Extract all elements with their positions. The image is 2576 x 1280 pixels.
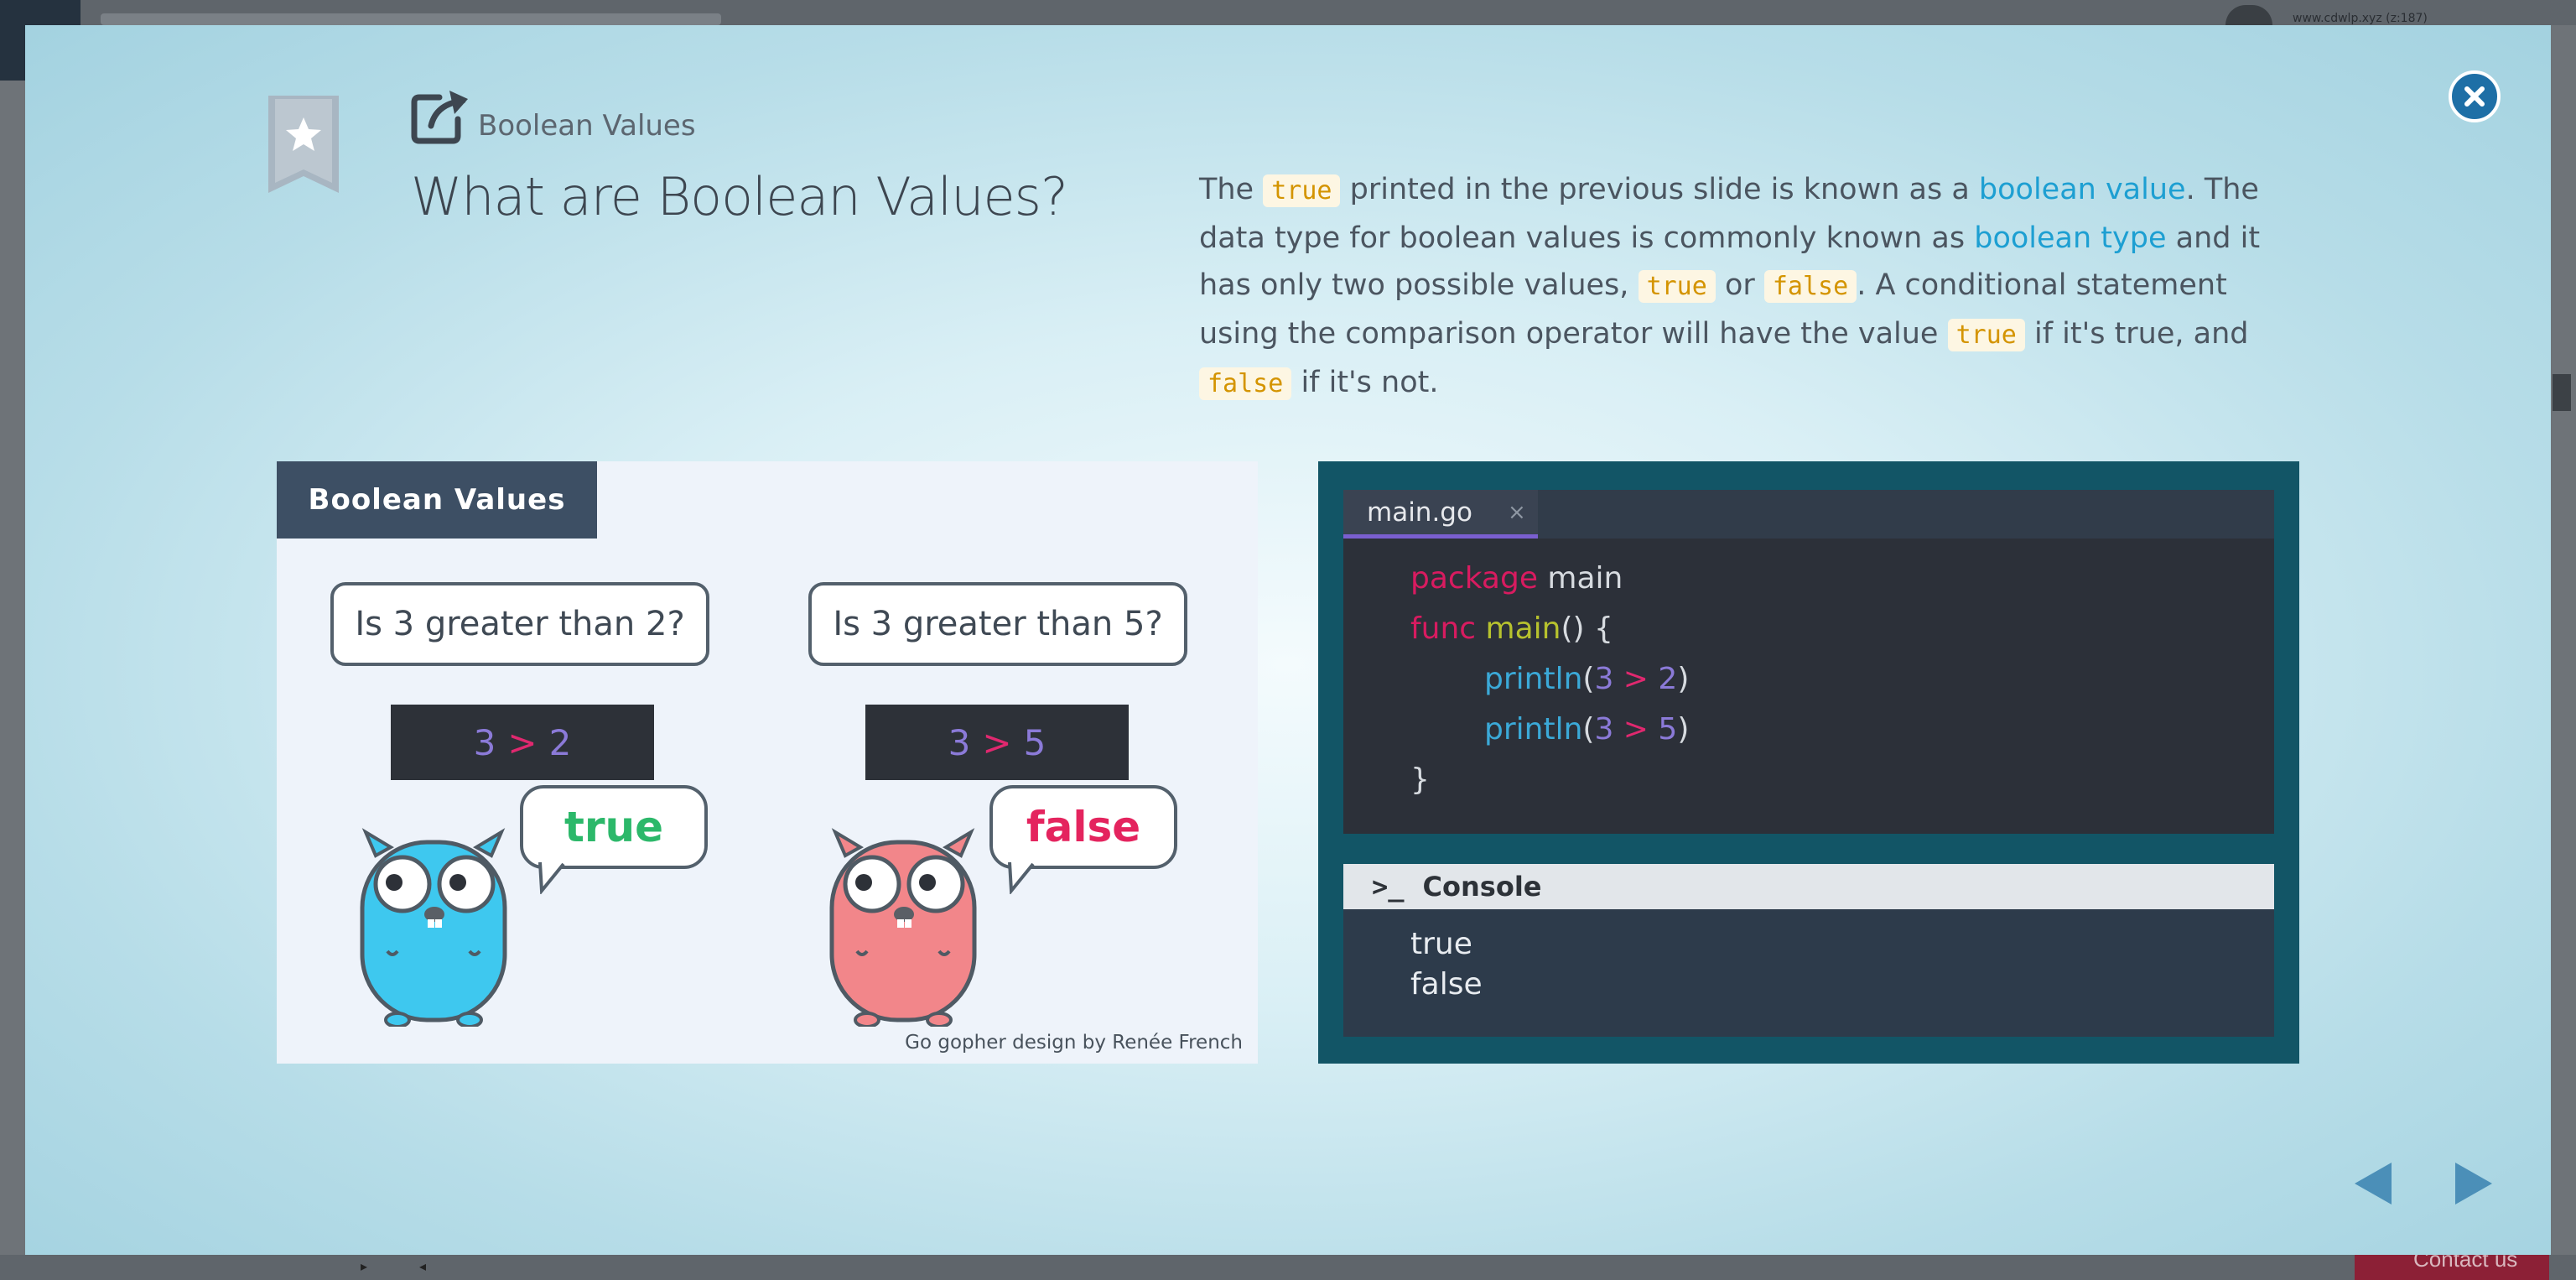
console-title: Console [1422,871,1542,903]
code-line: func main() { [1410,604,1689,654]
illustration-tab: Boolean Values [277,461,597,539]
inline-code: true [1263,174,1341,207]
code-operator: > [1613,712,1659,747]
pink-gopher-icon [829,828,977,1027]
code-line: println(3 > 2) [1410,654,1689,705]
answer-bubble-false: false [989,785,1177,869]
code-editor: main.go × package main func main() { pri… [1343,490,2274,834]
question-box-left: Is 3 greater than 2? [330,582,709,666]
page-title: What are Boolean Values? [411,166,1068,227]
code-identifier: main [1537,561,1623,596]
code-keyword: package [1410,561,1538,596]
bookmark-star-icon[interactable] [268,96,339,193]
code-punctuation: ) [1677,712,1690,747]
question-box-right: Is 3 greater than 5? [808,582,1187,666]
editor-tabbar: main.go × [1343,490,2274,539]
slide-modal: Boolean Values What are Boolean Values? … [25,25,2551,1255]
tab-main-go[interactable]: main.go × [1343,490,1538,539]
code-line: package main [1410,554,1689,604]
expression-box-left: 3 >2 [391,705,654,780]
console-output: true false [1343,909,2274,1037]
code-function-name: main [1476,611,1561,646]
blue-gopher-icon [360,828,507,1027]
code-number: 3 [1594,712,1614,747]
boolean-illustration: Boolean Values Is 3 greater than 2? Is 3… [277,461,1258,1064]
expression-operator: > [982,721,1012,763]
triangle-right-icon[interactable] [2454,1161,2494,1206]
code-line: println(3 > 5) [1410,705,1689,755]
inline-code: true [1947,319,2025,351]
code-punctuation: ( [1582,712,1595,747]
slide-header: Boolean Values [411,89,696,144]
code-number: 3 [1594,662,1614,696]
triangle-left-icon[interactable] [2353,1161,2393,1206]
code-keyword: func [1410,611,1477,646]
section-label: Boolean Values [478,109,696,143]
inline-code: false [1763,270,1857,303]
boolean-value-link[interactable]: boolean value [1979,173,2186,206]
code-punctuation: } [1410,762,1430,797]
expression-operand: 3 [473,721,496,763]
external-link-icon[interactable] [411,89,470,144]
description-text: The [1199,173,1264,206]
tab-close-icon[interactable]: × [1508,500,1526,525]
answer-bubble-true: true [520,785,708,869]
background-scroll-arrow-icon: ▸ [361,1258,368,1274]
description-text: if it's not. [1291,366,1439,399]
bubble-tail-icon [1008,861,1036,894]
inline-code: true [1638,270,1716,303]
console-header: >_ Console [1343,864,2274,909]
code-function-call: println [1484,662,1583,696]
description-text: or [1715,268,1764,302]
code-number: 5 [1658,712,1678,747]
expression-operand: 5 [1023,721,1046,763]
slide-description: The true printed in the previous slide i… [1199,166,2289,408]
tab-label: main.go [1367,497,1472,528]
background-url-text: www.cdwlp.xyz (z:187) [2293,12,2428,25]
code-content: package main func main() { println(3 > 2… [1410,554,1689,805]
console-output-line: false [1410,967,1483,1002]
close-button[interactable] [2449,70,2501,122]
close-icon [2464,86,2485,107]
code-punctuation: ( [1582,662,1595,696]
code-punctuation: ) [1677,662,1690,696]
expression-operand: 2 [548,721,572,763]
background-searchbar [101,13,721,25]
code-number: 2 [1658,662,1678,696]
illustration-credit: Go gopher design by Renée French [905,1032,1243,1054]
code-panel: main.go × package main func main() { pri… [1318,461,2299,1064]
bubble-tail-icon [538,861,567,894]
background-scroll-arrow-icon: ◂ [419,1258,427,1274]
description-text: if it's true, and [2024,317,2249,351]
background-scrollbar [2553,374,2571,411]
code-line: } [1410,755,1689,805]
console-output-line: true [1410,927,1472,961]
inline-code: false [1199,367,1292,400]
background-bottombar [0,1255,2576,1280]
expression-operator: > [507,721,538,763]
boolean-type-link[interactable]: boolean type [1974,221,2166,255]
code-function-call: println [1484,712,1583,747]
terminal-prompt-icon: >_ [1372,871,1405,903]
code-operator: > [1613,662,1659,696]
description-text: printed in the previous slide is known a… [1340,173,1979,206]
expression-box-right: 3 >5 [865,705,1129,780]
expression-operand: 3 [948,721,971,763]
code-punctuation: () { [1561,611,1613,646]
